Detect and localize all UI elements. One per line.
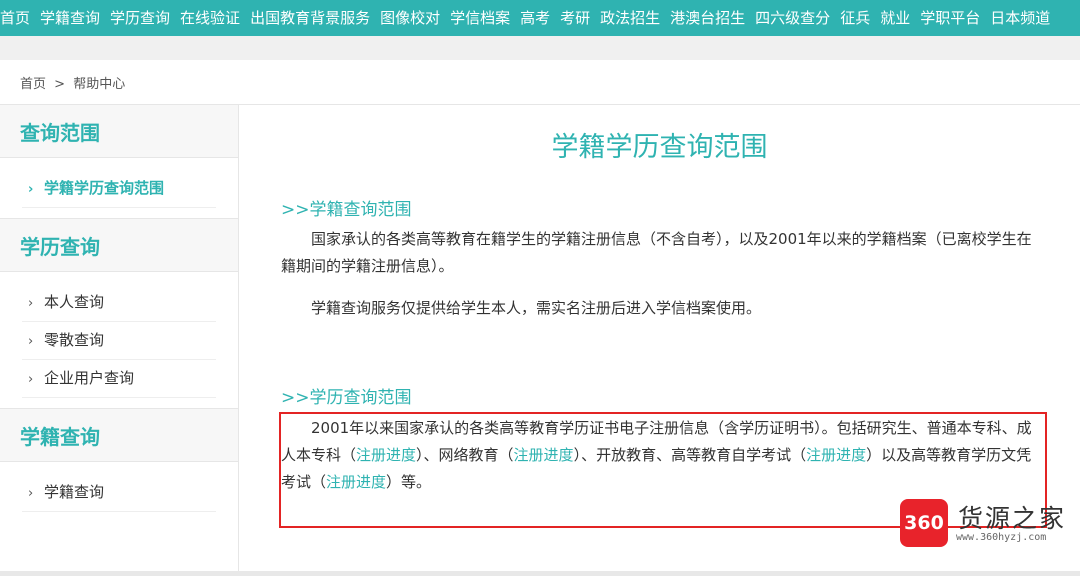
sidebar-item-self-query[interactable]: › 本人查询 <box>22 284 216 322</box>
sidebar-item-label: 企业用户查询 <box>44 369 135 387</box>
sidebar-item-label: 学籍查询 <box>44 483 105 501</box>
topnav-verify[interactable]: 在线验证 <box>175 0 245 36</box>
watermark-url: www.360hyzj.com <box>956 532 1047 543</box>
topnav-xueli[interactable]: 学历查询 <box>105 0 175 36</box>
sidebar-item-xueji-query[interactable]: › 学籍查询 <box>22 474 216 512</box>
watermark-logo: 360 <box>900 499 948 547</box>
sidebar-item-label: 零散查询 <box>44 331 105 349</box>
topnav-archive[interactable]: 学信档案 <box>445 0 515 36</box>
chevron-right-icon: › <box>28 296 34 311</box>
sidebar-item-label: 本人查询 <box>44 293 105 311</box>
sidebar-list-scope: › 学籍学历查询范围 <box>0 158 238 218</box>
paragraph-xueji-scope: 国家承认的各类高等教育在籍学生的学籍注册信息（不含自考），以及2001年以来的学… <box>281 230 1032 275</box>
sidebar-item-enterprise-query[interactable]: › 企业用户查询 <box>22 360 216 398</box>
topnav-gangaotai[interactable]: 港澳台招生 <box>665 0 750 36</box>
breadcrumb-current: 帮助中心 <box>73 76 126 92</box>
topnav-kaoyan[interactable]: 考研 <box>555 0 595 36</box>
sidebar-list-xueli: › 本人查询 › 零散查询 › 企业用户查询 <box>0 272 238 408</box>
sidebar-item-query-scope[interactable]: › 学籍学历查询范围 <box>22 170 216 208</box>
sidebar-item-label: 学籍学历查询范围 <box>44 179 165 197</box>
topnav-jiuye[interactable]: 就业 <box>875 0 915 36</box>
section-title-xueji: >>学籍查询范围 <box>281 200 412 220</box>
watermark: 360 货源之家 www.360hyzj.com <box>900 499 1076 549</box>
topnav-japan[interactable]: 日本频道 <box>985 0 1055 36</box>
page-title: 学籍学历查询范围 <box>551 132 768 163</box>
sidebar-heading-xueji: 学籍查询 <box>0 408 238 462</box>
topnav-zhengbing[interactable]: 征兵 <box>835 0 875 36</box>
sidebar: 查询范围 › 学籍学历查询范围 学历查询 › 本人查询 › 零散查询 › 企业用户查询 … <box>0 105 239 571</box>
sidebar-item-single-query[interactable]: › 零散查询 <box>22 322 216 360</box>
bottom-strip <box>0 571 1080 576</box>
topnav-cet[interactable]: 四六级查分 <box>750 0 835 36</box>
topnav-xueji[interactable]: 学籍查询 <box>35 0 105 36</box>
topnav-image-check[interactable]: 图像校对 <box>375 0 445 36</box>
breadcrumb: 首页 > 帮助中心 <box>20 73 129 92</box>
chevron-right-icon: › <box>28 372 34 387</box>
topnav-home[interactable]: 首页 <box>0 0 35 36</box>
topnav-xuezhi[interactable]: 学职平台 <box>915 0 985 36</box>
chevron-right-icon: › <box>28 486 34 501</box>
sidebar-list-xueji: › 学籍查询 <box>0 462 238 522</box>
watermark-name: 货源之家 <box>958 504 1067 533</box>
breadcrumb-separator: > <box>54 76 66 92</box>
sidebar-heading-scope: 查询范围 <box>0 105 238 158</box>
sidebar-heading-xueli: 学历查询 <box>0 218 238 272</box>
topnav-abroad[interactable]: 出国教育背景服务 <box>245 0 375 36</box>
breadcrumb-bar: 首页 > 帮助中心 <box>0 60 1080 105</box>
breadcrumb-home[interactable]: 首页 <box>20 77 46 92</box>
chevron-right-icon: › <box>28 334 34 349</box>
topnav-gaokao[interactable]: 高考 <box>515 0 555 36</box>
section-title-xueli: >>学历查询范围 <box>281 388 412 408</box>
paragraph-xueji-service: 学籍查询服务仅提供给学生本人，需实名注册后进入学信档案使用。 <box>311 299 762 317</box>
topnav-zhengfa[interactable]: 政法招生 <box>595 0 665 36</box>
chevron-right-icon: › <box>28 182 34 197</box>
top-nav-bar: 首页 学籍查询 学历查询 在线验证 出国教育背景服务 图像校对 学信档案 高考 … <box>0 0 1080 36</box>
